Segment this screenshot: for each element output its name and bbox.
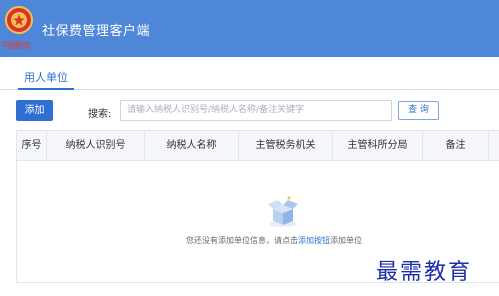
app-title: 社保费管理客户端 [42, 24, 151, 39]
table-header: 序号 纳税人识别号 纳税人名称 主管税务机关 主管科所分局 备注 [17, 131, 499, 161]
column-header-index: 序号 [17, 131, 47, 161]
empty-state-add-link[interactable]: 添加按钮 [298, 236, 330, 245]
title-bar: 中国税务 社保费管理客户端 [0, 0, 499, 57]
empty-state-text: 您还没有添加单位信息，请点击 [186, 236, 298, 245]
emblem-caption: 中国税务 [2, 41, 31, 50]
column-header-remarks: 备注 [423, 131, 489, 161]
tab-bar: 用人单位 [0, 57, 499, 90]
app-window: 中国税务 社保费管理客户端 用人单位 添加 搜索: 请输入纳税人识别号/纳税人名… [0, 0, 499, 296]
search-label: 搜索: [88, 109, 112, 120]
column-header-tax-authority: 主管税务机关 [239, 131, 333, 161]
empty-state-message: 您还没有添加单位信息，请点击添加按钮添加单位 [186, 235, 362, 246]
add-button[interactable]: 添加 [16, 100, 53, 121]
empty-state-text-after: 添加单位 [330, 236, 362, 245]
tax-emblem-icon [5, 6, 33, 34]
column-header-taxpayer-name: 纳税人名称 [145, 131, 239, 161]
tab-employers[interactable]: 用人单位 [18, 69, 74, 90]
empty-box-icon [268, 196, 298, 227]
watermark-text: 最需教育 [376, 260, 473, 285]
column-header-branch-office: 主管科所分局 [333, 131, 423, 161]
column-header-tax-id: 纳税人识别号 [47, 131, 145, 161]
query-button[interactable]: 查 询 [398, 101, 439, 120]
search-input[interactable]: 请输入纳税人识别号/纳税人名称/备注关键字 [120, 100, 392, 121]
